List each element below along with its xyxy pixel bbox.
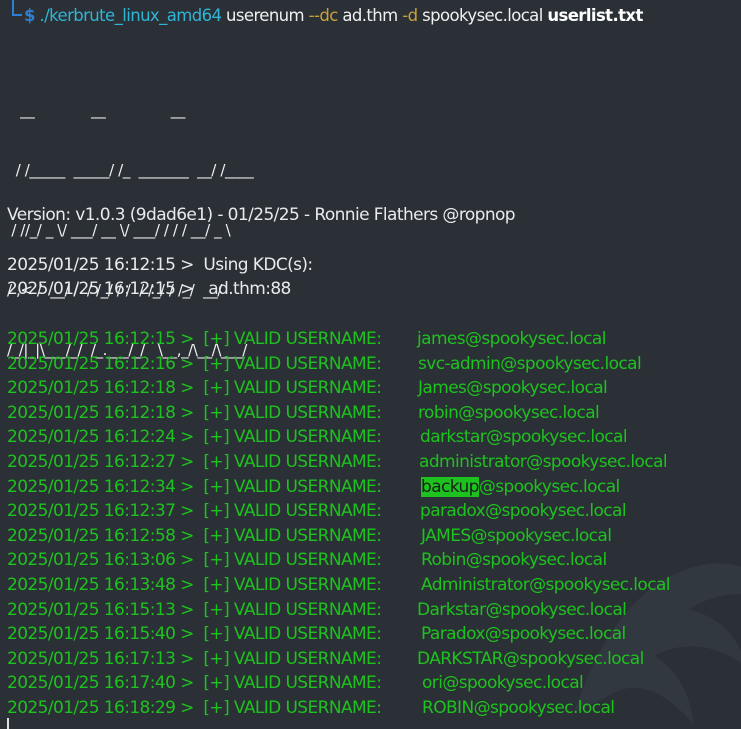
result-username: administrator@spookysec.local [419, 452, 668, 472]
result-prefix: 2025/01/25 16:13:06 > [+] VALID USERNAME… [7, 550, 382, 571]
result-username: paradox@spookysec.local [420, 501, 627, 522]
result-username: darkstar@spookysec.local [420, 427, 628, 448]
result-prefix: 2025/01/25 16:12:18 > [+] VALID USERNAME… [7, 378, 382, 399]
prompt-corner [12, 0, 22, 16]
command-executable: ./kerbrute_linux_amd64 [39, 6, 222, 25]
userlist-file: userlist.txt [547, 6, 643, 25]
kdc-line: 2025/01/25 16:12:15 > Using KDC(s): [7, 255, 313, 275]
dc-flag: --dc [308, 6, 339, 25]
terminal-window[interactable]: $ ./kerbrute_linux_amd64 userenum --dc a… [0, 0, 741, 729]
result-prefix: 2025/01/25 16:12:18 > [+] VALID USERNAME… [7, 402, 382, 423]
command-line: $ ./kerbrute_linux_amd64 userenum --dc a… [24, 6, 643, 26]
result-username: James@spookysec.local [418, 378, 608, 399]
domain-flag: -d [402, 6, 418, 25]
result-prefix: 2025/01/25 16:12:15 > [+] VALID USERNAME… [7, 329, 382, 349]
banner-line: / /_____ _____/ /_ _______ __/ /____ [7, 161, 258, 179]
result-username: Robin@spookysec.local [421, 550, 607, 571]
ascii-banner: __ __ __ / /_____ _____/ /_ _______ __/ … [7, 60, 258, 400]
previous-prompt-bar [20, 0, 540, 2]
prompt-symbol: $ [24, 6, 35, 25]
result-prefix: 2025/01/25 16:12:24 > [+] VALID USERNAME… [7, 427, 382, 448]
domain-value: spookysec.local [422, 6, 543, 25]
command-subcommand: userenum [226, 6, 305, 25]
result-username: james@spookysec.local [417, 329, 606, 349]
result-prefix: 2025/01/25 16:12:16 > [+] VALID USERNAME… [7, 353, 382, 374]
result-username: ROBIN@spookysec.local [422, 698, 615, 718]
result-prefix: 2025/01/25 16:12:27 > [+] VALID USERNAME… [7, 452, 382, 472]
banner-line: __ __ __ [7, 101, 207, 119]
result-prefix: 2025/01/25 16:15:40 > [+] VALID USERNAME… [7, 624, 382, 645]
result-username: backup@spookysec.local [421, 476, 620, 497]
result-prefix: 2025/01/25 16:15:13 > [+] VALID USERNAME… [7, 599, 382, 620]
result-username: Administrator@spookysec.local [421, 575, 671, 595]
result-username: ori@spookysec.local [422, 673, 584, 694]
result-prefix: 2025/01/25 16:12:37 > [+] VALID USERNAME… [7, 501, 382, 522]
username-domain: @spookysec.local [478, 476, 620, 497]
result-prefix: 2025/01/25 16:17:13 > [+] VALID USERNAME… [7, 648, 382, 669]
result-username: Paradox@spookysec.local [421, 624, 626, 645]
result-prefix: 2025/01/25 16:18:29 > [+] VALID USERNAME… [7, 698, 382, 718]
result-username: Darkstar@spookysec.local [417, 599, 627, 620]
highlighted-username: backup [421, 476, 479, 497]
result-prefix: 2025/01/25 16:12:34 > [+] VALID USERNAME… [7, 476, 382, 497]
kdc-line: 2025/01/25 16:12:15 > ad.thm:88 [7, 279, 291, 299]
result-username: JAMES@spookysec.local [421, 525, 612, 546]
result-prefix: 2025/01/25 16:12:58 > [+] VALID USERNAME… [7, 525, 382, 546]
dc-value: ad.thm [342, 6, 398, 25]
text-cursor [7, 718, 9, 729]
result-username: svc-admin@spookysec.local [418, 353, 642, 374]
result-username: DARKSTAR@spookysec.local [417, 648, 644, 669]
result-prefix: 2025/01/25 16:17:40 > [+] VALID USERNAME… [7, 673, 382, 694]
version-line: Version: v1.0.3 (9dad6e1) - 01/25/25 - R… [7, 205, 516, 225]
result-username: robin@spookysec.local [418, 402, 600, 423]
result-prefix: 2025/01/25 16:13:48 > [+] VALID USERNAME… [7, 575, 382, 595]
